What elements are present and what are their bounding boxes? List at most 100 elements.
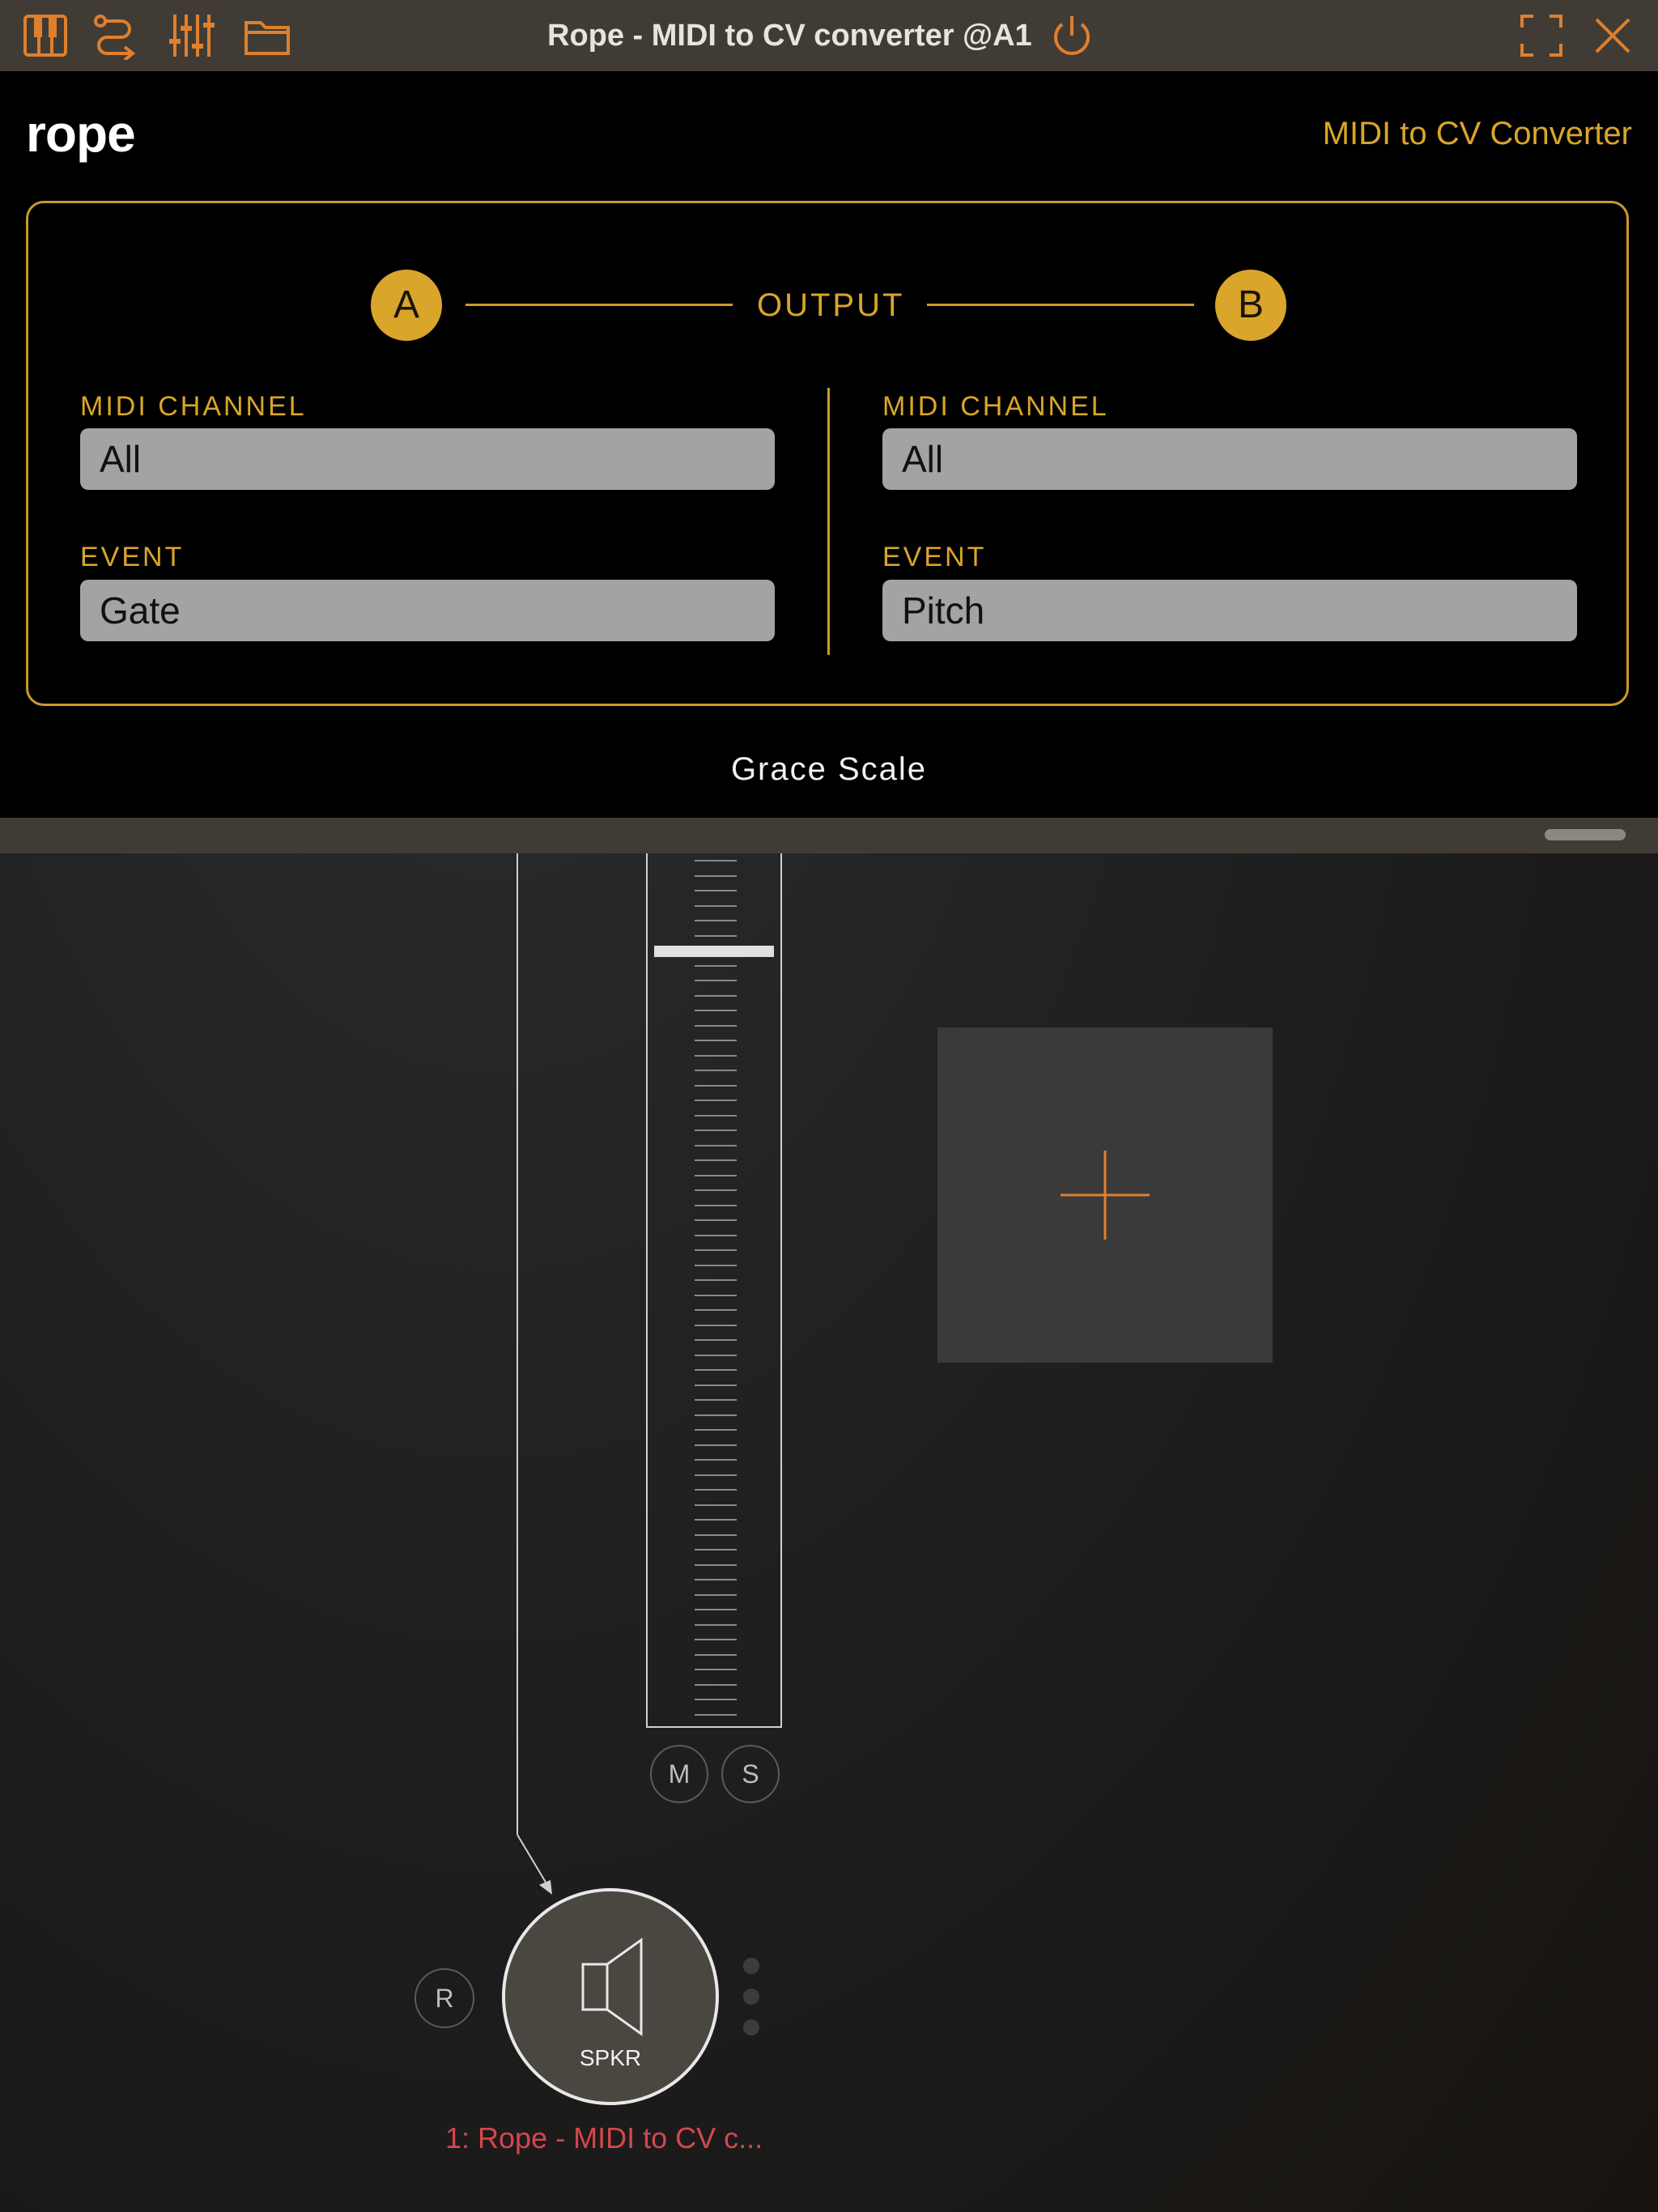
fader-tick [695, 1070, 737, 1071]
fader-tick [695, 1309, 737, 1311]
fader-tick [695, 1684, 737, 1686]
fader-tick [695, 1579, 737, 1580]
node-port-dot[interactable] [743, 1989, 759, 2005]
resize-handle[interactable] [1545, 829, 1626, 840]
fader-tick [695, 890, 737, 891]
fader-tick [695, 1175, 737, 1176]
routing-icon[interactable] [91, 11, 139, 60]
output-b-event-select[interactable]: Pitch [882, 580, 1577, 641]
output-b-midi-channel-label: MIDI CHANNEL [882, 391, 1109, 422]
fader-tick [695, 860, 737, 861]
output-line-right [927, 304, 1194, 306]
fader-tick [695, 1594, 737, 1596]
node-port-dot[interactable] [743, 2019, 759, 2035]
mixer-sliders-icon[interactable] [167, 11, 215, 60]
fader-tick [695, 980, 737, 981]
plugin-footer: Grace Scale [730, 751, 928, 787]
fader-tick [695, 1654, 737, 1656]
speaker-node-label: SPKR [579, 2045, 642, 2070]
fader-tick [695, 1115, 737, 1117]
folder-icon[interactable] [243, 11, 291, 60]
fader-tick [695, 1265, 737, 1266]
output-b-badge: B [1215, 270, 1286, 341]
window-titlebar: Rope - MIDI to CV converter @A1 [0, 0, 1658, 72]
fader-tick [695, 1699, 737, 1700]
fader-tick [695, 1189, 737, 1191]
output-panel: A OUTPUT B MIDI CHANNEL All EVENT Gate M… [26, 201, 1629, 706]
speaker-icon [581, 1938, 643, 2036]
fader-tick [695, 1055, 737, 1057]
output-b-event-label: EVENT [882, 542, 987, 572]
fader-tick [695, 920, 737, 921]
fader-tick [695, 1489, 737, 1491]
fader-tick [695, 1025, 737, 1027]
node-port-dot[interactable] [743, 1958, 759, 1974]
fader-tick [695, 1159, 737, 1161]
volume-fader-knob[interactable] [654, 946, 774, 957]
output-a-badge: A [371, 270, 442, 341]
plus-icon [1061, 1151, 1150, 1240]
output-a-event-label: EVENT [80, 542, 185, 572]
output-label: OUTPUT [757, 287, 905, 323]
fader-tick [695, 1459, 737, 1461]
record-button[interactable]: R [414, 1968, 474, 2028]
fader-tick [695, 1085, 737, 1087]
add-node-button[interactable] [937, 1027, 1273, 1363]
output-line-left [466, 304, 733, 306]
fader-tick [695, 1295, 737, 1296]
speaker-output-node[interactable]: SPKR [502, 1888, 719, 2105]
fader-tick [695, 1339, 737, 1341]
fader-tick [695, 1519, 737, 1521]
fader-tick [695, 1504, 737, 1506]
fader-tick [695, 1325, 737, 1326]
fader-tick [695, 1235, 737, 1236]
output-a-event-select[interactable]: Gate [80, 580, 775, 641]
output-a-midi-channel-label: MIDI CHANNEL [80, 391, 307, 422]
fader-tick [695, 1129, 737, 1131]
panel-resize-bar[interactable] [0, 818, 1658, 853]
fader-tick [695, 875, 737, 877]
fader-tick [695, 1219, 737, 1221]
plugin-panel: rope MIDI to CV Converter A OUTPUT B MID… [0, 71, 1658, 818]
fader-tick [695, 1385, 737, 1386]
window-title: Rope - MIDI to CV converter @A1 [547, 19, 1032, 53]
fader-tick [695, 1609, 737, 1610]
fader-tick [695, 1429, 737, 1431]
plugin-subtitle: MIDI to CV Converter [1322, 116, 1632, 151]
audio-cable [517, 853, 518, 1835]
fader-tick [695, 1534, 737, 1536]
track-name: 1: Rope - MIDI to CV c... [445, 2121, 763, 2155]
fader-tick [695, 1549, 737, 1551]
fader-tick [695, 905, 737, 907]
fader-tick [695, 1474, 737, 1476]
fader-tick [695, 1669, 737, 1670]
fader-tick [695, 1399, 737, 1401]
fader-tick [695, 1714, 737, 1716]
fader-tick [695, 1355, 737, 1356]
fader-tick [695, 1010, 737, 1011]
fader-tick [695, 1369, 737, 1371]
output-divider [827, 388, 830, 655]
volume-fader-track[interactable] [646, 853, 782, 1728]
output-a-midi-channel-select[interactable]: All [80, 428, 775, 490]
fader-tick [695, 1564, 737, 1566]
fader-tick [695, 1639, 737, 1640]
fader-tick [695, 1249, 737, 1251]
output-b-midi-channel-select[interactable]: All [882, 428, 1577, 490]
piano-keys-icon[interactable] [21, 11, 70, 60]
fader-tick [695, 1444, 737, 1446]
cable-arrow-icon [517, 1834, 552, 1895]
plugin-logo: rope [26, 104, 136, 163]
power-icon[interactable] [1048, 11, 1096, 60]
fullscreen-icon[interactable] [1517, 11, 1566, 60]
fader-tick [695, 1040, 737, 1041]
fader-tick [695, 1279, 737, 1281]
fader-tick [695, 1414, 737, 1416]
fader-tick [695, 965, 737, 967]
fader-tick [695, 1205, 737, 1206]
fader-tick [695, 1100, 737, 1101]
close-icon[interactable] [1588, 11, 1637, 60]
mute-button[interactable]: M [650, 1745, 708, 1803]
fader-tick [695, 1624, 737, 1626]
solo-button[interactable]: S [721, 1745, 780, 1803]
